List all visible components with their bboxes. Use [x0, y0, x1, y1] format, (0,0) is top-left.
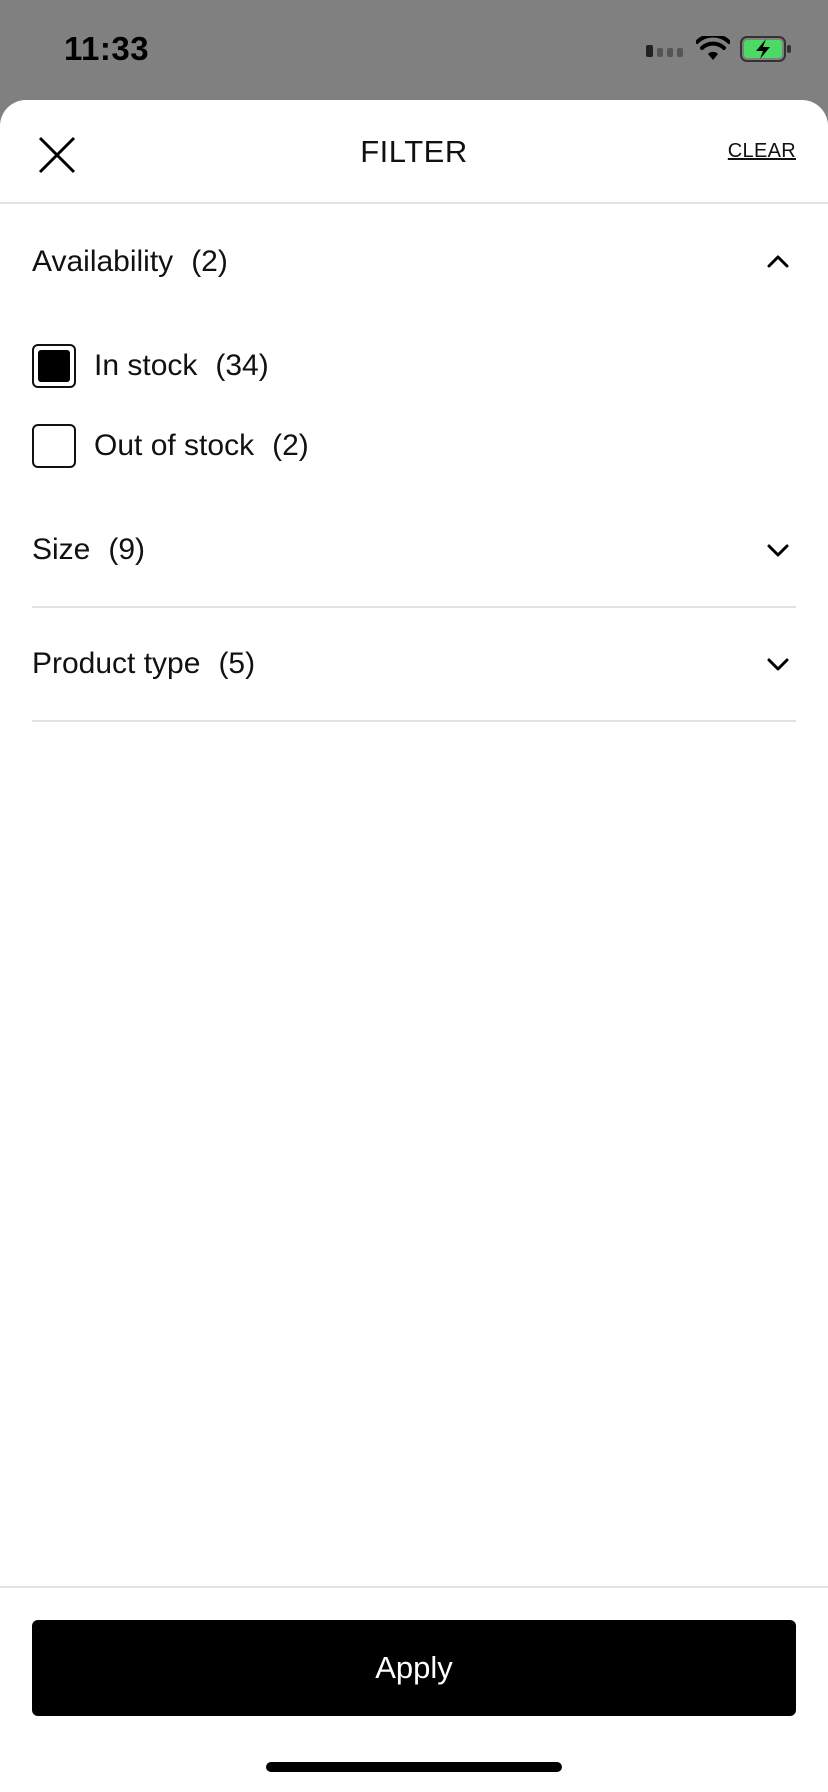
option-label: Out of stock — [94, 429, 255, 462]
section-count: (5) — [218, 647, 256, 680]
chevron-down-icon — [766, 538, 790, 562]
option-label: In stock — [94, 349, 198, 382]
home-indicator — [266, 1762, 562, 1772]
status-bar: 11:33 — [0, 0, 828, 100]
option-count: (34) — [215, 349, 269, 382]
option-out-of-stock[interactable]: Out of stock (2) — [32, 406, 796, 486]
availability-header[interactable]: Availability (2) — [32, 204, 796, 320]
section-count: (9) — [108, 533, 146, 566]
cellular-signal-icon — [646, 41, 686, 57]
size-section: Size (9) — [32, 494, 796, 608]
product-type-header[interactable]: Product type (5) — [32, 608, 796, 722]
filter-list: Availability (2) In stock (34) Out of st… — [0, 204, 828, 722]
availability-options: In stock (34) Out of stock (2) — [32, 320, 796, 494]
status-icons — [646, 34, 792, 64]
section-label: Product type — [32, 647, 201, 680]
sheet-footer: Apply — [0, 1586, 828, 1792]
section-count: (2) — [191, 245, 228, 278]
chevron-down-icon — [766, 652, 790, 676]
sheet-header: FILTER CLEAR — [0, 100, 828, 204]
option-in-stock[interactable]: In stock (34) — [32, 326, 796, 406]
wifi-icon — [696, 36, 730, 62]
out-of-stock-checkbox[interactable] — [32, 424, 76, 468]
filter-sheet: FILTER CLEAR Availability (2) In stock (… — [0, 100, 828, 1792]
battery-charging-icon — [740, 36, 792, 62]
size-header[interactable]: Size (9) — [32, 494, 796, 608]
product-type-section: Product type (5) — [32, 608, 796, 722]
clear-button[interactable]: CLEAR — [728, 140, 796, 163]
availability-section: Availability (2) In stock (34) Out of st… — [32, 204, 796, 494]
option-count: (2) — [272, 429, 309, 462]
page-title: FILTER — [360, 134, 468, 169]
status-time: 11:33 — [64, 30, 150, 67]
in-stock-checkbox[interactable] — [32, 344, 76, 388]
section-label: Availability — [32, 245, 174, 278]
chevron-up-icon — [766, 250, 790, 274]
apply-button[interactable]: Apply — [32, 1620, 796, 1716]
section-label: Size — [32, 533, 91, 566]
